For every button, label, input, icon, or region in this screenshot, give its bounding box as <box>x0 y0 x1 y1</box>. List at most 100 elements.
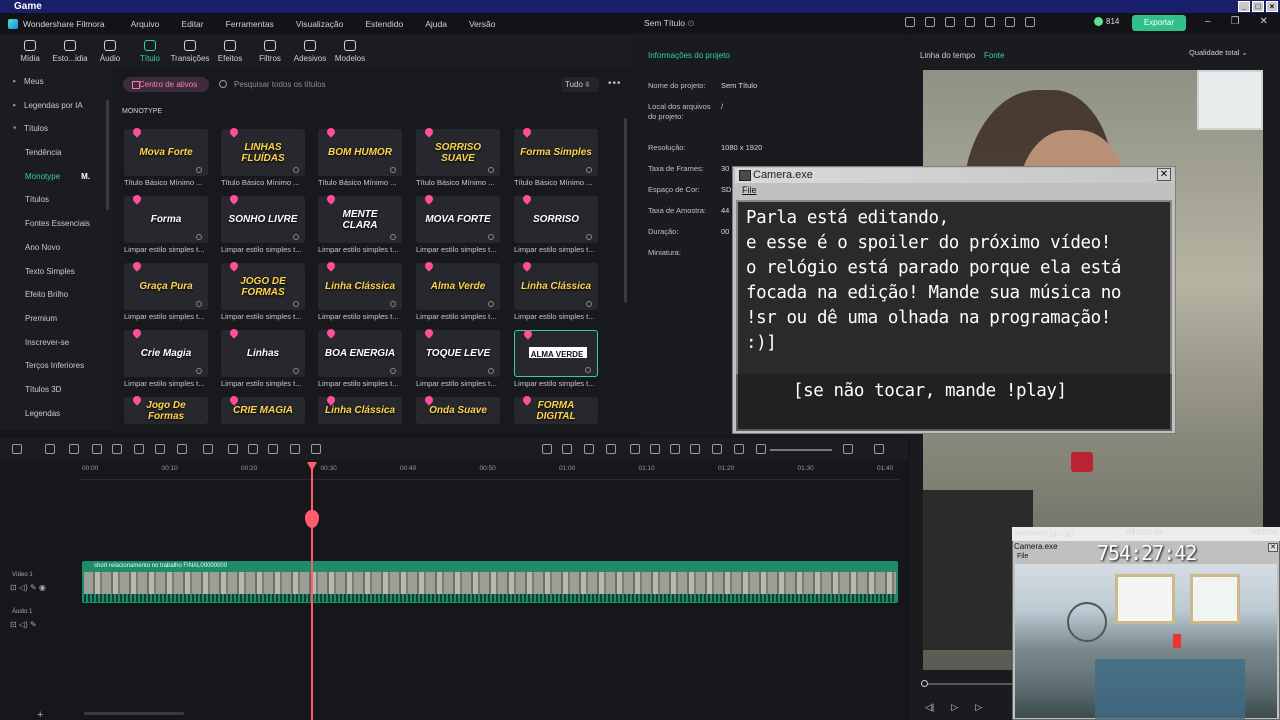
toolbar-tab[interactable]: Efeitos <box>210 34 250 70</box>
timeline-tool-icon[interactable] <box>843 444 853 454</box>
title-template-card[interactable]: Alma Verde <box>416 260 500 310</box>
toolbar-tab[interactable]: Modelos <box>330 34 370 70</box>
title-template-card[interactable]: SORRISO <box>514 193 598 243</box>
filter-dropdown[interactable]: Tudo ⩩ <box>561 77 599 92</box>
title-template-card[interactable]: Graça Pura <box>124 260 208 310</box>
send-icon[interactable] <box>925 17 935 27</box>
close-icon[interactable]: ✕ <box>1157 168 1171 181</box>
timeline-tool-icon[interactable] <box>734 444 744 454</box>
timeline-tool-icon[interactable] <box>311 444 321 454</box>
download-icon[interactable] <box>196 301 202 307</box>
toolbar-tab[interactable]: Transições <box>170 34 210 70</box>
more-options-icon[interactable]: ••• <box>608 78 622 89</box>
title-template-card[interactable]: FORMA DIGITAL <box>514 394 598 424</box>
download-icon[interactable] <box>488 368 494 374</box>
prev-frame-icon[interactable]: ◁| <box>925 702 934 713</box>
coin-counter[interactable]: 814 <box>1094 17 1119 26</box>
bulb-icon[interactable] <box>1005 17 1015 27</box>
export-button[interactable]: Exportar <box>1132 15 1186 31</box>
title-template-card[interactable]: MOVA FORTE <box>416 193 500 243</box>
download-icon[interactable] <box>293 301 299 307</box>
timeline-tool-icon[interactable] <box>69 444 79 454</box>
preview-progress-handle[interactable] <box>921 680 928 687</box>
timeline-tool-icon[interactable] <box>177 444 187 454</box>
tree-item[interactable]: Inscrever-se <box>0 331 112 355</box>
timeline-tool-icon[interactable] <box>606 444 616 454</box>
zoom-slider[interactable] <box>770 449 832 451</box>
timeline-tool-icon[interactable] <box>203 444 213 454</box>
file-menu[interactable]: File <box>742 185 757 195</box>
play-icon[interactable]: ▷ <box>951 702 958 713</box>
tree-item[interactable]: Legendas <box>0 402 112 426</box>
toolbar-tab[interactable]: Esto...idia <box>50 34 90 70</box>
download-icon[interactable] <box>585 367 591 373</box>
toolbar-tab[interactable]: Mídia <box>10 34 50 70</box>
timeline-tool-icon[interactable] <box>650 444 660 454</box>
toolbar-tab[interactable]: Adesivos <box>290 34 330 70</box>
title-template-card[interactable]: Crie Magia <box>124 327 208 377</box>
download-icon[interactable] <box>488 301 494 307</box>
timeline-tool-icon[interactable] <box>874 444 884 454</box>
toolbar-tab[interactable]: Áudio <box>90 34 130 70</box>
timeline-tool-icon[interactable] <box>712 444 722 454</box>
timeline-scrollbar[interactable] <box>84 712 184 715</box>
toolbar-tab[interactable]: Título <box>130 34 170 70</box>
tree-item[interactable]: Meus <box>0 70 112 94</box>
title-template-card[interactable]: Linha Clássica <box>514 260 598 310</box>
timeline-tool-icon[interactable] <box>562 444 572 454</box>
download-icon[interactable] <box>390 301 396 307</box>
toolbar-tab[interactable]: Filtros <box>250 34 290 70</box>
timeline-tool-icon[interactable] <box>134 444 144 454</box>
timeline-tool-icon[interactable] <box>228 444 238 454</box>
title-template-card[interactable]: MENTE CLARA <box>318 193 402 243</box>
timeline-tool-icon[interactable] <box>756 444 766 454</box>
tree-item[interactable]: Texto Simples <box>0 260 112 284</box>
title-template-card[interactable]: Forma Simples <box>514 126 598 176</box>
search-input[interactable]: Pesquisar todos os títulos <box>234 80 326 89</box>
webcam-file-menu[interactable]: File <box>1017 553 1028 560</box>
download-icon[interactable] <box>196 167 202 173</box>
title-template-card[interactable]: Linha Clássica <box>318 394 402 424</box>
download-icon[interactable] <box>293 234 299 240</box>
cloud-icon[interactable] <box>985 17 995 27</box>
download-icon[interactable] <box>488 234 494 240</box>
timeline-tool-icon[interactable] <box>248 444 258 454</box>
project-info-header[interactable]: Informações do projeto <box>648 51 730 60</box>
add-track-icon[interactable]: + <box>37 709 43 720</box>
download-icon[interactable] <box>390 167 396 173</box>
title-template-card[interactable]: Onda Suave <box>416 394 500 424</box>
menu-item[interactable]: Ferramentas <box>226 19 274 29</box>
quality-dropdown[interactable]: Qualidade total ⌄ <box>1189 48 1248 57</box>
title-template-card[interactable]: Linhas <box>221 327 305 377</box>
menu-item[interactable]: Versão <box>469 19 495 29</box>
tree-item[interactable]: Fontes Essenciais <box>0 212 112 236</box>
title-template-card[interactable]: Linha Clássica <box>318 260 402 310</box>
download-icon[interactable] <box>293 167 299 173</box>
download-icon[interactable] <box>390 234 396 240</box>
gift-icon[interactable] <box>905 17 915 27</box>
maximize-icon[interactable]: □ <box>1252 1 1264 12</box>
close-icon[interactable]: × <box>1266 1 1278 12</box>
timeline-tool-icon[interactable] <box>290 444 300 454</box>
tree-item[interactable]: Monotype M. <box>0 165 112 189</box>
title-template-card[interactable]: BOM HUMOR <box>318 126 402 176</box>
tree-scrollbar[interactable] <box>106 100 109 210</box>
download-icon[interactable] <box>196 368 202 374</box>
timeline-tool-icon[interactable] <box>690 444 700 454</box>
font-tab[interactable]: Fonte <box>984 51 1004 60</box>
next-icon[interactable]: ▷ <box>975 702 982 713</box>
timeline-tool-icon[interactable] <box>542 444 552 454</box>
save-icon[interactable] <box>965 17 975 27</box>
tree-item[interactable]: Terços Inferiores <box>0 354 112 378</box>
tree-item[interactable]: Títulos 3D <box>0 378 112 402</box>
menu-item[interactable]: Arquivo <box>131 19 160 29</box>
download-icon[interactable] <box>586 234 592 240</box>
tree-item[interactable]: Ano Novo <box>0 236 112 260</box>
tree-item[interactable]: Títulos <box>0 117 112 141</box>
tree-item[interactable]: Efeito Brilho <box>0 283 112 307</box>
restore-icon[interactable]: ❐ <box>1231 16 1240 27</box>
audio-track-controls[interactable]: ⊡ ◁) ✎ <box>10 620 37 629</box>
tree-item[interactable]: Tendência <box>0 141 112 165</box>
menu-item[interactable]: Editar <box>181 19 203 29</box>
title-template-card[interactable]: ALMA VERDE <box>514 328 598 377</box>
